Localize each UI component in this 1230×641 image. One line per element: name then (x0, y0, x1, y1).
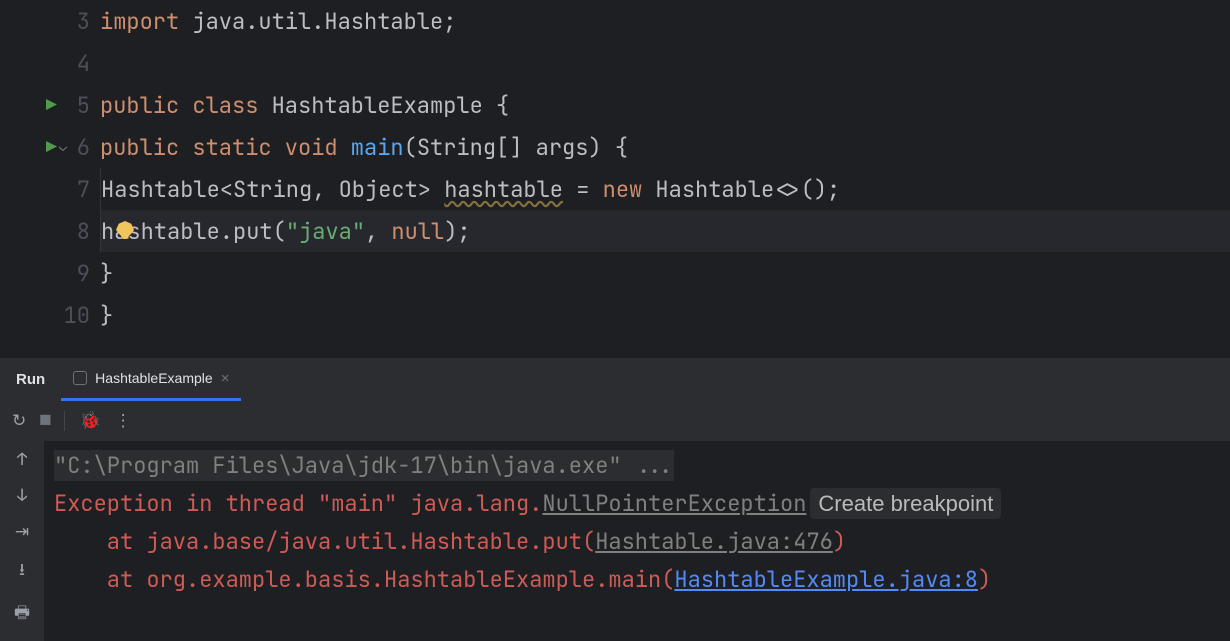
keyword: new (603, 175, 643, 204)
rerun-icon[interactable]: ↻ (12, 410, 26, 432)
code-area[interactable]: import java.util.Hashtable; public class… (100, 0, 1230, 356)
code-text: (String[] args) { (404, 133, 628, 162)
run-tab[interactable]: HashtableExample × (61, 358, 241, 401)
source-link[interactable]: HashtableExample.java:8 (674, 565, 978, 594)
gutter-row[interactable]: 7 (0, 168, 100, 210)
code-line[interactable]: } (100, 252, 1230, 294)
run-toolbar: ↻ ■ 🐞 ⋮ (0, 401, 1230, 441)
run-gutter-icon[interactable]: ▶ (46, 94, 57, 117)
code-text: Hashtable<String, Object> (101, 175, 444, 204)
console-output[interactable]: "C:\Program Files\Java\jdk-17\bin\java.e… (44, 441, 1230, 641)
gutter-row[interactable]: 6 ▶⌄ (0, 126, 100, 168)
tab-label: HashtableExample (95, 370, 213, 386)
debug-icon[interactable]: 🐞 (79, 410, 100, 432)
soft-wrap-icon[interactable]: ⇥ (15, 521, 29, 543)
line-number: 7 (60, 175, 90, 204)
command-text: "C:\Program Files\Java\jdk-17\bin\java.e… (54, 450, 674, 481)
gutter-row[interactable]: 9 (0, 252, 100, 294)
close-icon[interactable]: × (221, 370, 230, 387)
error-text: Exception in thread "main" java.lang. (54, 489, 542, 518)
more-icon[interactable]: ⋮ (115, 410, 132, 432)
keyword: public static void (100, 133, 338, 162)
line-number: 4 (60, 49, 90, 78)
print-icon[interactable]: 🖶 (14, 600, 30, 629)
variable-warning: hashtable (444, 175, 563, 204)
tool-window-tabs: Run HashtableExample × (0, 357, 1230, 401)
chevron-down-icon[interactable]: ⌄ (59, 138, 67, 156)
code-line[interactable]: } (100, 294, 1230, 336)
code-text: HashtableExample { (258, 91, 509, 120)
source-link[interactable]: Hashtable.java:476 (595, 527, 833, 556)
line-number: 3 (60, 7, 90, 36)
line-gutter: 3 4 5 ▶ 6 ▶⌄ 7 8 9 10 (0, 0, 100, 356)
line-number: 5 (60, 91, 90, 120)
console-line: at java.base/java.util.Hashtable.put(Has… (54, 523, 1220, 561)
application-icon (73, 371, 87, 385)
gutter-row[interactable]: 8 (0, 210, 100, 252)
error-text: at org.example.basis.HashtableExample.ma… (54, 565, 674, 594)
run-tool-window: Run HashtableExample × ↻ ■ 🐞 ⋮ ↑ ↓ ⇥ ⭳ 🖶… (0, 356, 1230, 640)
exception-link[interactable]: NullPointerException (542, 489, 806, 518)
code-line[interactable]: public class HashtableExample { (100, 84, 1230, 126)
code-text: } (100, 301, 113, 330)
up-arrow-icon[interactable]: ↑ (17, 449, 27, 471)
gutter-row[interactable]: 5 ▶ (0, 84, 100, 126)
code-line[interactable] (100, 42, 1230, 84)
toolwindow-title: Run (0, 371, 61, 388)
code-text: Hashtable<>(); (642, 175, 840, 204)
string-literal: "java" (286, 217, 365, 246)
console-gutter: ↑ ↓ ⇥ ⭳ 🖶 (0, 441, 44, 641)
run-gutter-icon[interactable]: ▶⌄ (46, 136, 67, 159)
keyword: null (391, 217, 444, 246)
method-name: main (338, 133, 404, 162)
console-line: "C:\Program Files\Java\jdk-17\bin\java.e… (54, 447, 1220, 485)
console-line: at org.example.basis.HashtableExample.ma… (54, 561, 1220, 599)
code-text: java.util.Hashtable; (179, 7, 456, 36)
keyword: public class (100, 91, 258, 120)
code-text: ); (444, 217, 470, 246)
error-text: ) (833, 527, 846, 556)
keyword: import (100, 7, 179, 36)
line-number: 10 (60, 301, 90, 330)
code-line[interactable]: Hashtable<String, Object> hashtable = ne… (100, 168, 1230, 210)
editor-area: 3 4 5 ▶ 6 ▶⌄ 7 8 9 10 import java.util.H… (0, 0, 1230, 356)
code-text: = (563, 175, 603, 204)
code-text: , (365, 217, 391, 246)
separator (64, 411, 65, 431)
line-number: 8 (60, 217, 90, 246)
down-arrow-icon[interactable]: ↓ (17, 485, 27, 507)
line-number: 9 (60, 259, 90, 288)
error-text: at java.base/java.util.Hashtable.put( (54, 527, 595, 556)
console-line: Exception in thread "main" java.lang.Nul… (54, 485, 1220, 523)
error-text: ) (978, 565, 991, 594)
console-wrapper: ↑ ↓ ⇥ ⭳ 🖶 "C:\Program Files\Java\jdk-17\… (0, 441, 1230, 641)
code-text: } (100, 259, 113, 288)
gutter-row[interactable]: 3 (0, 0, 100, 42)
code-line[interactable]: import java.util.Hashtable; (100, 0, 1230, 42)
stop-icon[interactable]: ■ (40, 410, 50, 432)
gutter-row[interactable]: 10 (0, 294, 100, 336)
code-line-current[interactable]: hashtable.put("java", null); (100, 210, 1230, 252)
create-breakpoint-button[interactable]: Create breakpoint (810, 488, 1001, 519)
code-line[interactable]: public static void main(String[] args) { (100, 126, 1230, 168)
gutter-row[interactable]: 4 (0, 42, 100, 84)
scroll-to-end-icon[interactable]: ⭳ (19, 557, 25, 586)
